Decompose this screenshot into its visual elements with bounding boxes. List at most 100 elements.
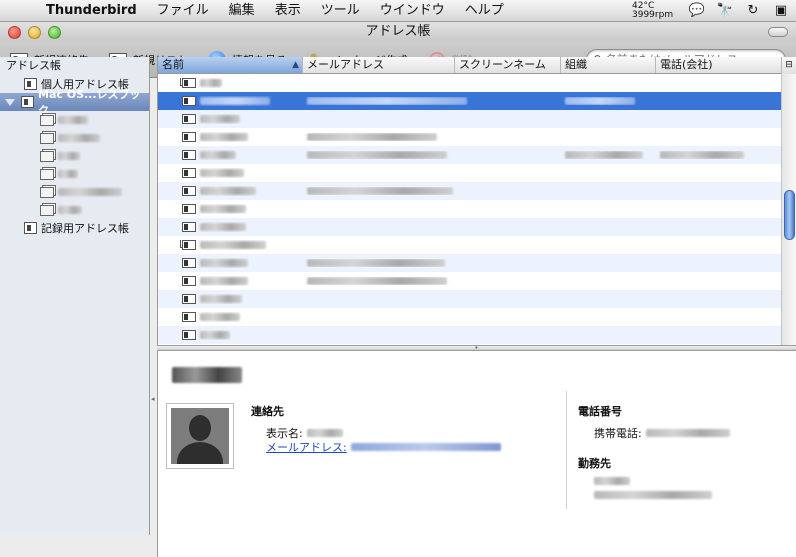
address-book-icon bbox=[21, 96, 34, 108]
mobile-phone-field: 携帯電話: bbox=[594, 425, 730, 441]
phone-section-title: 電話番号 bbox=[578, 405, 622, 418]
contact-card-icon bbox=[182, 204, 196, 214]
mailing-list-icon bbox=[40, 114, 54, 126]
column-picker-icon[interactable]: ⊟ bbox=[781, 57, 796, 74]
binoculars-icon[interactable]: 🔭 bbox=[716, 3, 734, 18]
divider bbox=[566, 391, 567, 509]
menu-window[interactable]: ウインドウ bbox=[370, 0, 455, 22]
contact-card-icon bbox=[182, 312, 196, 322]
mailing-list-icon bbox=[40, 168, 54, 180]
table-row[interactable] bbox=[158, 110, 782, 128]
mailing-list-icon bbox=[40, 150, 54, 162]
toolbar-toggle-button[interactable] bbox=[768, 27, 788, 37]
mailing-list-icon bbox=[40, 204, 54, 216]
table-row[interactable] bbox=[158, 326, 782, 344]
table-row[interactable] bbox=[158, 272, 782, 290]
contact-detail-pane: 連絡先 表示名: メールアドレス: 電話番号 携帯電話: 勤務先 bbox=[157, 351, 796, 557]
menubar: Thunderbird ファイル 編集 表示 ツール ウインドウ ヘルプ 42°… bbox=[0, 0, 796, 22]
menu-view[interactable]: 表示 bbox=[265, 0, 311, 22]
sort-ascending-icon: ▲ bbox=[292, 60, 299, 70]
menu-tools[interactable]: ツール bbox=[311, 0, 370, 22]
work-line-1 bbox=[594, 477, 630, 485]
table-row[interactable] bbox=[158, 146, 782, 164]
mailing-list-icon bbox=[40, 186, 54, 198]
contact-card-icon bbox=[182, 114, 196, 124]
contact-card-icon bbox=[182, 222, 196, 232]
email-link[interactable]: メールアドレス: bbox=[266, 439, 347, 455]
table-row[interactable] bbox=[158, 164, 782, 182]
contact-card-icon bbox=[182, 294, 196, 304]
contact-card-icon bbox=[182, 168, 196, 178]
contact-section-title: 連絡先 bbox=[251, 405, 284, 418]
sidebar-sublist[interactable] bbox=[0, 111, 149, 129]
column-headers: 名前 ▲ メールアドレス スクリーンネーム 組織 電話(会社) ⊟ bbox=[158, 57, 796, 74]
table-row[interactable] bbox=[158, 236, 782, 254]
address-book-icon bbox=[24, 78, 37, 90]
work-section-title: 勤務先 bbox=[578, 457, 611, 470]
menu-help[interactable]: ヘルプ bbox=[455, 0, 514, 22]
table-row[interactable] bbox=[158, 254, 782, 272]
column-email[interactable]: メールアドレス bbox=[303, 57, 455, 73]
blurred-label bbox=[58, 188, 122, 196]
table-row-selected[interactable] bbox=[158, 92, 782, 110]
disclosure-triangle-icon[interactable] bbox=[5, 98, 15, 106]
minimize-button[interactable] bbox=[28, 25, 41, 39]
sidebar-item-collected[interactable]: 記録用アドレス帳 bbox=[0, 219, 149, 237]
speech-bubble-icon[interactable]: 💬 bbox=[688, 3, 706, 18]
sidebar-sublist[interactable] bbox=[0, 147, 149, 165]
window-controls bbox=[0, 25, 61, 39]
titlebar: アドレス帳 bbox=[0, 22, 796, 42]
menu-app[interactable]: Thunderbird bbox=[40, 0, 147, 22]
sidebar-splitter-handle[interactable]: ◂ bbox=[151, 395, 155, 403]
sidebar-item-mac-addressbook[interactable]: Mac OS...レスブック bbox=[0, 88, 149, 117]
table-row[interactable] bbox=[158, 290, 782, 308]
column-work-phone[interactable]: 電話(会社) bbox=[656, 57, 782, 73]
contact-card-icon bbox=[182, 96, 196, 106]
blurred-label bbox=[58, 116, 88, 124]
mailing-list-icon bbox=[40, 132, 54, 144]
menu-file[interactable]: ファイル bbox=[147, 0, 219, 22]
table-row[interactable] bbox=[158, 74, 782, 92]
table-row[interactable] bbox=[158, 308, 782, 326]
address-book-sidebar: アドレス帳 個人用アドレス帳 Mac OS...レスブック 記録用アドレス帳 bbox=[0, 57, 150, 535]
table-row[interactable] bbox=[158, 200, 782, 218]
contact-card-icon bbox=[182, 186, 196, 196]
blurred-label bbox=[58, 170, 78, 178]
contact-list: 名前 ▲ メールアドレス スクリーンネーム 組織 電話(会社) ⊟ bbox=[157, 57, 796, 345]
sidebar-sublist[interactable] bbox=[0, 201, 149, 219]
contact-rows bbox=[158, 74, 782, 345]
contact-name-heading bbox=[172, 367, 242, 386]
mailing-list-icon bbox=[182, 78, 196, 88]
default-avatar-icon bbox=[171, 408, 229, 464]
close-button[interactable] bbox=[8, 25, 21, 39]
table-row[interactable] bbox=[158, 182, 782, 200]
sidebar-sublist[interactable] bbox=[0, 183, 149, 201]
menu-edit[interactable]: 編集 bbox=[219, 0, 265, 22]
column-organization[interactable]: 組織 bbox=[561, 57, 656, 73]
list-scrollbar[interactable] bbox=[781, 74, 796, 345]
menubar-extras: 42°C 3999rpm 💬 🔭 ↻ ▣ bbox=[632, 1, 796, 20]
column-screenname[interactable]: スクリーンネーム bbox=[455, 57, 561, 73]
contact-card-icon bbox=[182, 132, 196, 142]
blurred-label bbox=[58, 152, 80, 160]
column-name[interactable]: 名前 ▲ bbox=[158, 57, 303, 73]
scrollbar-thumb[interactable] bbox=[784, 190, 795, 240]
email-field[interactable]: メールアドレス: bbox=[266, 439, 501, 455]
table-row[interactable] bbox=[158, 218, 782, 236]
zoom-button[interactable] bbox=[48, 25, 61, 39]
window-title: アドレス帳 bbox=[365, 24, 431, 39]
contact-card-icon bbox=[182, 276, 196, 286]
sidebar-sublist[interactable] bbox=[0, 129, 149, 147]
sidebar-sublist[interactable] bbox=[0, 165, 149, 183]
table-row[interactable] bbox=[158, 128, 782, 146]
sidebar-header: アドレス帳 bbox=[6, 59, 61, 72]
display-icon[interactable]: ▣ bbox=[772, 3, 790, 18]
blurred-label bbox=[58, 206, 82, 214]
blurred-label bbox=[58, 134, 100, 142]
contact-photo bbox=[166, 403, 234, 469]
contact-card-icon bbox=[182, 258, 196, 268]
sync-icon[interactable]: ↻ bbox=[744, 3, 762, 18]
work-line-2 bbox=[594, 491, 712, 499]
mailing-list-icon bbox=[182, 240, 196, 250]
address-book-icon bbox=[24, 222, 37, 234]
